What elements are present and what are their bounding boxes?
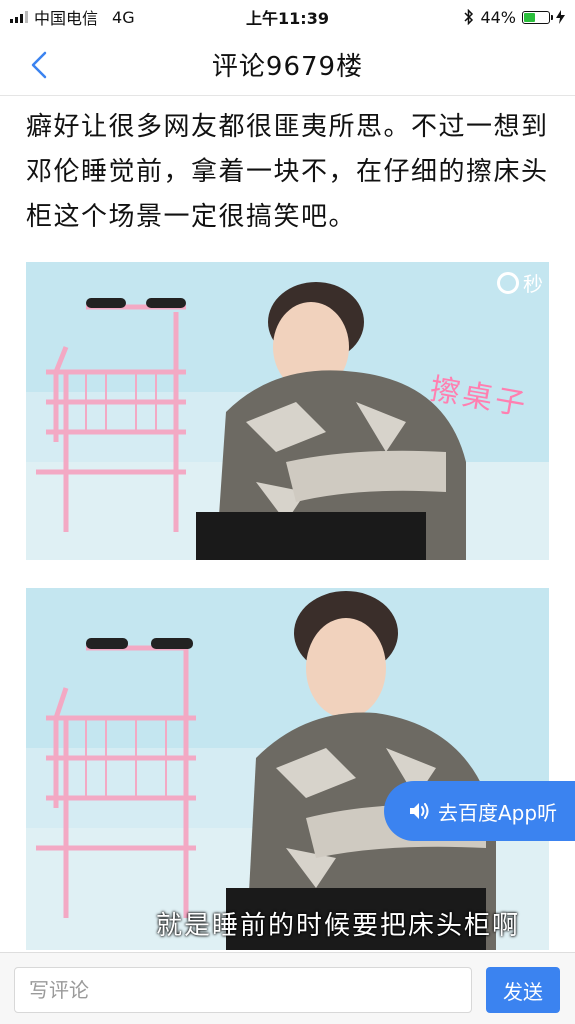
carrier-label: 中国电信 (34, 9, 99, 28)
speaker-icon (410, 803, 429, 819)
photo-1-watermark: 秒 (497, 268, 543, 297)
battery-percent: 44% (480, 7, 516, 27)
photo-2-illustration (26, 588, 549, 950)
chevron-left-icon (31, 51, 47, 79)
status-right: 44% (464, 8, 565, 27)
back-button[interactable] (22, 48, 56, 82)
listen-in-app-button[interactable]: 去百度App听 (384, 781, 575, 841)
article-photo-1[interactable]: 擦桌子 秒 (26, 262, 549, 560)
photo-2-subtitle: 就是睡前的时候要把床头柜啊 (156, 911, 521, 941)
nav-bar: 评论9679楼 (0, 34, 575, 96)
article-photo-2[interactable]: 就是睡前的时候要把床头柜啊 (26, 588, 549, 950)
page-title: 评论9679楼 (211, 52, 364, 82)
network-label: 4G (112, 7, 135, 27)
listen-button-label: 去百度App听 (438, 800, 558, 825)
status-left: 中国电信 4G (10, 5, 135, 29)
battery-fill (524, 12, 535, 22)
camera-logo-icon (497, 271, 519, 294)
signal-icon (10, 11, 28, 23)
send-button[interactable]: 发送 (486, 967, 560, 1013)
watermark-label: 秒 (523, 272, 543, 296)
comment-bar: 发送 (0, 952, 575, 1024)
bluetooth-icon (464, 9, 474, 25)
article-paragraph: 癖好让很多网友都很匪夷所思。不过一想到邓伦睡觉前，拿着一块不，在仔细的擦床头柜这… (26, 112, 549, 232)
status-bar: 中国电信 4G 上午11:39 44% (0, 0, 575, 34)
comment-input[interactable] (14, 967, 472, 1013)
battery-icon (522, 10, 553, 24)
charging-bolt-icon (556, 10, 565, 24)
